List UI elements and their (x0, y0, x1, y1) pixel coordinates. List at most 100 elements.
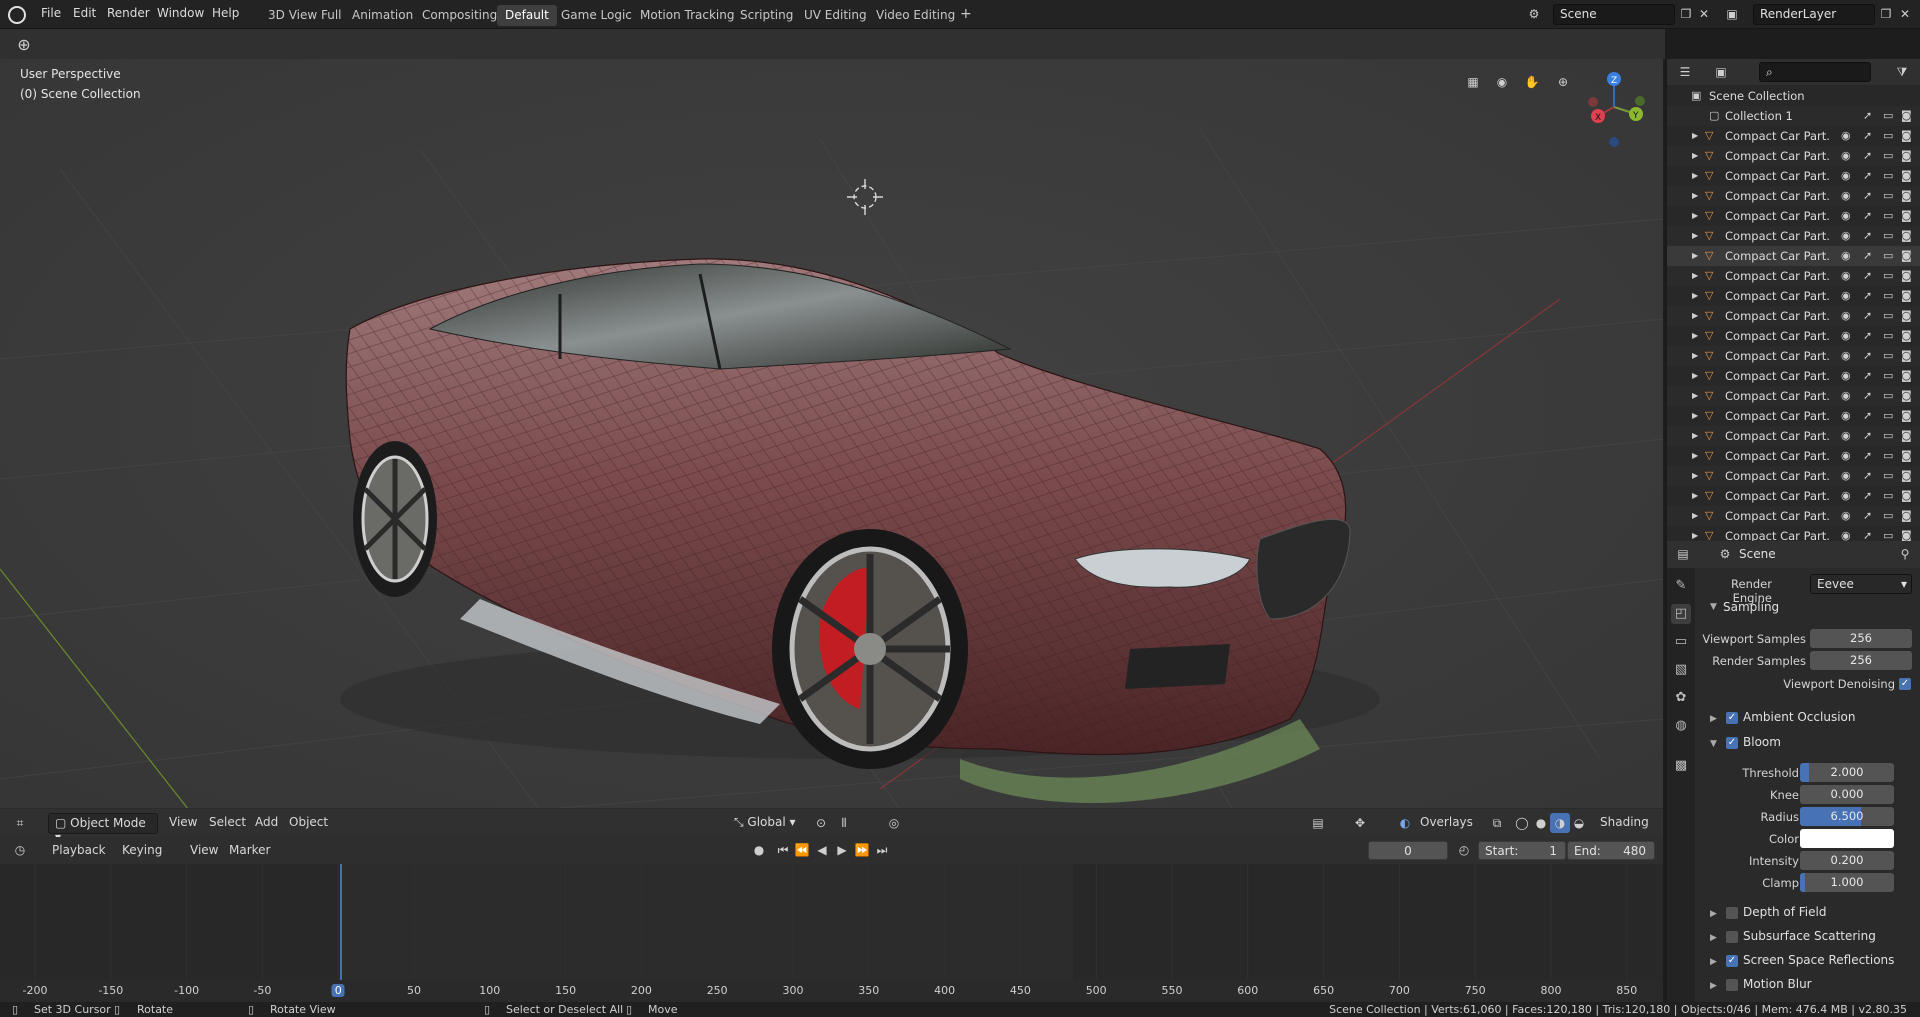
visibility-eye-icon[interactable]: ◉ (1841, 289, 1851, 302)
render-disable-icon[interactable]: ◙ (1901, 249, 1912, 262)
render-disable-icon[interactable]: ◙ (1901, 149, 1912, 162)
select-arrow-icon[interactable]: ➚ (1863, 469, 1872, 482)
outliner-object-row[interactable]: ▶ ▽ Compact Car Part.0 ◉ ➚ ▭ ◙ (1667, 386, 1920, 406)
rendered-shading-icon[interactable]: ◒ (1569, 813, 1589, 833)
zoom-icon[interactable]: ⊕ (1553, 72, 1573, 92)
visibility-eye-icon[interactable]: ◉ (1841, 469, 1851, 482)
menu-window[interactable]: Window (157, 6, 204, 20)
record-icon[interactable]: ● (749, 840, 769, 860)
expand-arrow-icon[interactable]: ▶ (1692, 191, 1698, 200)
grid-view-icon[interactable]: ▦ (1463, 72, 1483, 92)
viewport-disable-icon[interactable]: ▭ (1883, 489, 1893, 502)
select-arrow-icon[interactable]: ➚ (1863, 149, 1872, 162)
expand-arrow-icon[interactable]: ▶ (1692, 391, 1698, 400)
dof-checkbox[interactable] (1726, 907, 1738, 919)
viewport-disable-icon[interactable]: ▭ (1883, 289, 1893, 302)
delete-render-layer-icon[interactable]: ✕ (1895, 4, 1915, 24)
scene-name-field[interactable]: Scene (1553, 4, 1675, 25)
visibility-eye-icon[interactable]: ◉ (1841, 489, 1851, 502)
menu-view[interactable]: View (169, 815, 197, 829)
prev-keyframe-icon[interactable]: ⏪ (792, 840, 812, 860)
outliner-object-row[interactable]: ▶ ▽ Compact Car Part.0 ◉ ➚ ▭ ◙ (1667, 226, 1920, 246)
output-tab-icon[interactable]: ▭ (1671, 632, 1691, 652)
outliner-collection-1[interactable]: ▢ Collection 1 ➚ ▭ ◙ (1667, 106, 1920, 126)
expand-arrow-icon[interactable]: ▶ (1692, 171, 1698, 180)
current-frame-field[interactable]: 0 (1368, 841, 1448, 860)
xray-icon[interactable]: ⧉ (1487, 813, 1507, 833)
visibility-eye-icon[interactable]: ◉ (1841, 149, 1851, 162)
viewport-disable-icon[interactable]: ▭ (1883, 229, 1893, 242)
outliner-object-row[interactable]: ▶ ▽ Compact Car Part.0 ◉ ➚ ▭ ◙ (1667, 486, 1920, 506)
expand-arrow-icon[interactable]: ▶ (1692, 471, 1698, 480)
outliner-object-row[interactable]: ▶ ▽ Compact Car Part.0 ◉ ➚ ▭ ◙ (1667, 146, 1920, 166)
viewport-disable-icon[interactable]: ▭ (1883, 529, 1893, 541)
wireframe-shading-icon[interactable]: ◯ (1512, 813, 1532, 833)
menu-help[interactable]: Help (212, 6, 239, 20)
scene-icon[interactable]: ⚙ (1524, 4, 1544, 24)
outliner-object-row[interactable]: ▶ ▽ Compact Car Part.0 ◉ ➚ ▭ ◙ (1667, 506, 1920, 526)
render-disable-icon[interactable]: ◙ (1901, 169, 1912, 182)
outliner-object-row[interactable]: ▶ ▽ Compact Car Part.0 ◉ ➚ ▭ ◙ (1667, 466, 1920, 486)
workspace-tab-video-editing[interactable]: Video Editing (868, 5, 963, 26)
visibility-eye-icon[interactable]: ◉ (1841, 229, 1851, 242)
start-frame-field[interactable]: Start: 1 (1478, 841, 1566, 860)
outliner-object-row[interactable]: ▶ ▽ Compact Car Part.0 ◉ ➚ ▭ ◙ (1667, 266, 1920, 286)
timeline-editor-type-icon[interactable]: ◷ (10, 840, 30, 860)
viewport-disable-icon[interactable]: ▭ (1883, 189, 1893, 202)
intensity-slider[interactable]: 0.200 (1800, 851, 1894, 870)
menu-add[interactable]: Add (255, 815, 278, 829)
viewport-disable-icon[interactable]: ▭ (1883, 309, 1893, 322)
render-tab-icon[interactable]: ◰ (1671, 604, 1691, 624)
menu-select[interactable]: Select (209, 815, 246, 829)
workspace-tab-3d-view-full[interactable]: 3D View Full (260, 5, 350, 26)
render-disable-icon[interactable]: ◙ (1901, 529, 1912, 541)
outliner-object-row[interactable]: ▶ ▽ Compact Car Part.0 ◉ ➚ ▭ ◙ (1667, 306, 1920, 326)
expand-arrow-icon[interactable]: ▶ (1692, 371, 1698, 380)
viewport-disable-icon[interactable]: ▭ (1883, 429, 1893, 442)
ssr-panel[interactable]: Screen Space Reflections (1743, 953, 1894, 967)
ssr-expand-icon[interactable]: ▶ (1710, 957, 1717, 967)
expand-arrow-icon[interactable]: ▶ (1692, 131, 1698, 140)
visibility-eye-icon[interactable]: ◉ (1841, 309, 1851, 322)
add-workspace-button[interactable]: + (952, 3, 980, 24)
jump-end-icon[interactable]: ⏭ (872, 840, 892, 860)
motion-blur-panel[interactable]: Motion Blur (1743, 977, 1812, 991)
render-disable-icon[interactable]: ◙ (1901, 489, 1912, 502)
outliner-object-row[interactable]: ▶ ▽ Compact Car Part.0 ◉ ➚ ▭ ◙ (1667, 406, 1920, 426)
scene-tab-icon[interactable]: ✿ (1671, 688, 1691, 708)
viewport-disable-icon[interactable]: ▭ (1883, 409, 1893, 422)
visibility-eye-icon[interactable]: ◉ (1841, 169, 1851, 182)
ambient-occlusion-expand-icon[interactable]: ▶ (1710, 714, 1717, 724)
render-engine-dropdown[interactable]: Eevee ▾ (1810, 574, 1912, 594)
texture-tab-icon[interactable]: ▩ (1671, 756, 1691, 776)
depth-of-field-panel[interactable]: Depth of Field (1743, 905, 1826, 919)
outliner-object-row[interactable]: ▶ ▽ Compact Car Part.0 ◉ ➚ ▭ ◙ (1667, 166, 1920, 186)
viewport-disable-icon[interactable]: ▭ (1883, 389, 1893, 402)
editor-type-icon[interactable]: ⌗ (10, 813, 30, 833)
snap-icon[interactable]: ⫴ (834, 813, 854, 833)
render-disable-icon[interactable]: ◙ (1901, 469, 1912, 482)
visibility-eye-icon[interactable]: ◉ (1841, 349, 1851, 362)
expand-arrow-icon[interactable]: ▶ (1692, 291, 1698, 300)
render-layer-field[interactable]: RenderLayer (1753, 4, 1875, 25)
render-disable-icon[interactable]: ◙ (1901, 289, 1912, 302)
render-disable-icon[interactable]: ◙ (1901, 389, 1912, 402)
view-layer-tab-icon[interactable]: ▧ (1671, 660, 1691, 680)
select-arrow-icon[interactable]: ➚ (1863, 209, 1872, 222)
menu-render[interactable]: Render (107, 6, 150, 20)
playhead-indicator[interactable]: 0 (331, 984, 345, 997)
keying-menu[interactable]: Keying (122, 843, 162, 857)
pivot-icon[interactable]: ⊙ (811, 813, 831, 833)
outliner-object-row[interactable]: ▶ ▽ Compact Car Part.0 ◉ ➚ ▭ ◙ (1667, 526, 1920, 541)
outliner-scene-collection[interactable]: ▣ Scene Collection (1667, 86, 1920, 106)
expand-arrow-icon[interactable]: ▶ (1692, 211, 1698, 220)
select-arrow-icon[interactable]: ➚ (1863, 349, 1872, 362)
transform-orientation-dropdown[interactable]: ⤡ Global ▾ (728, 813, 806, 834)
outliner-object-row[interactable]: ▶ ▽ Compact Car Part.0 ◉ ➚ ▭ ◙ (1667, 286, 1920, 306)
workspace-tab-motion-tracking[interactable]: Motion Tracking (632, 5, 742, 26)
expand-arrow-icon[interactable]: ▶ (1692, 451, 1698, 460)
mode-dropdown[interactable]: ▢ Object Mode ▾ (48, 813, 158, 844)
select-arrow-icon[interactable]: ➚ (1863, 429, 1872, 442)
render-disable-icon[interactable]: ◙ (1901, 189, 1912, 202)
outliner-object-row[interactable]: ▶ ▽ Compact Car Part.0 ◉ ➚ ▭ ◙ (1667, 426, 1920, 446)
